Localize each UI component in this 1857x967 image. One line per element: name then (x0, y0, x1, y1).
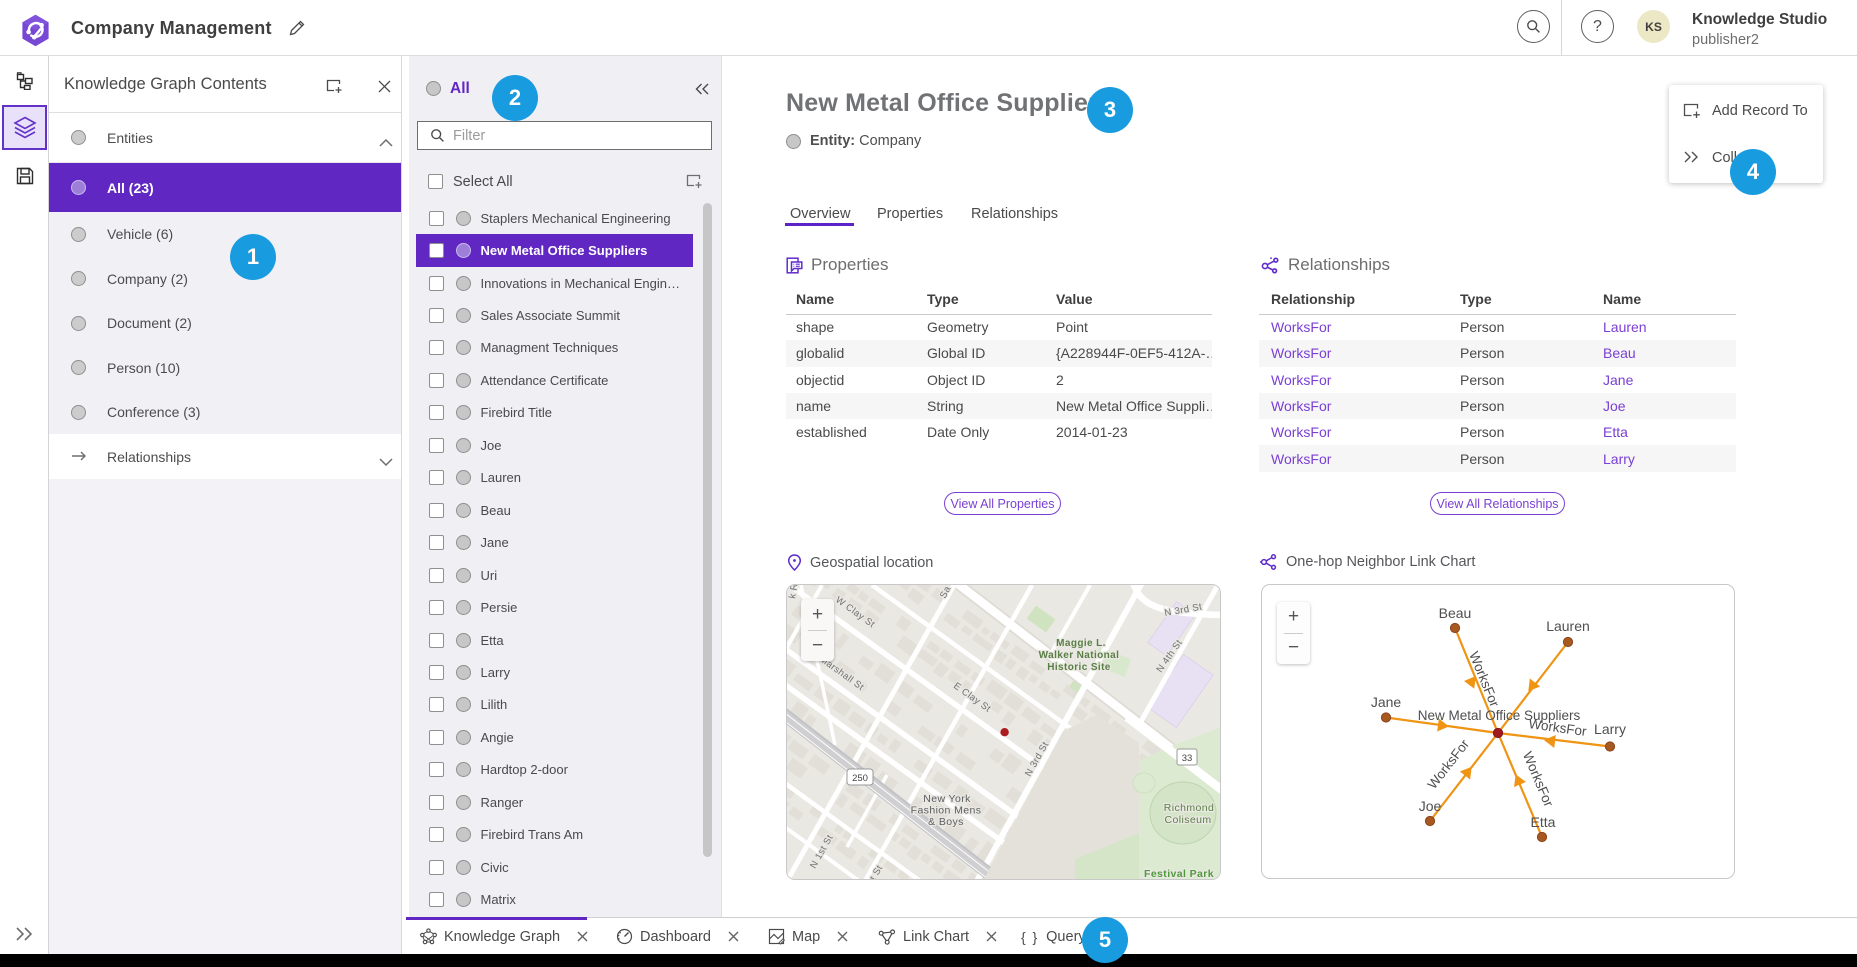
svg-text:Historic Site: Historic Site (1047, 662, 1111, 673)
svg-text:Larry: Larry (1594, 721, 1626, 737)
svg-text:33: 33 (1182, 753, 1193, 764)
svg-text:New Metal Office Suppliers: New Metal Office Suppliers (1418, 708, 1581, 723)
svg-text:WorksFor: WorksFor (1425, 736, 1473, 792)
svg-text:New York: New York (923, 793, 971, 805)
svg-text:Fashion Mens: Fashion Mens (911, 805, 982, 817)
svg-text:Maggie L.: Maggie L. (1056, 638, 1106, 649)
svg-text:Jane: Jane (1371, 694, 1402, 710)
svg-text:Joe: Joe (1419, 798, 1442, 814)
svg-text:Beau: Beau (1439, 605, 1472, 621)
svg-text:Richmond: Richmond (1164, 802, 1214, 814)
svg-text:250: 250 (852, 773, 868, 784)
svg-text:Lauren: Lauren (1546, 618, 1590, 634)
svg-text:Festival Park: Festival Park (1144, 868, 1214, 879)
svg-text:Coliseum: Coliseum (1165, 814, 1212, 826)
svg-text:Walker National: Walker National (1039, 650, 1120, 661)
svg-text:Etta: Etta (1531, 814, 1556, 830)
svg-text:& Boys: & Boys (928, 816, 964, 828)
